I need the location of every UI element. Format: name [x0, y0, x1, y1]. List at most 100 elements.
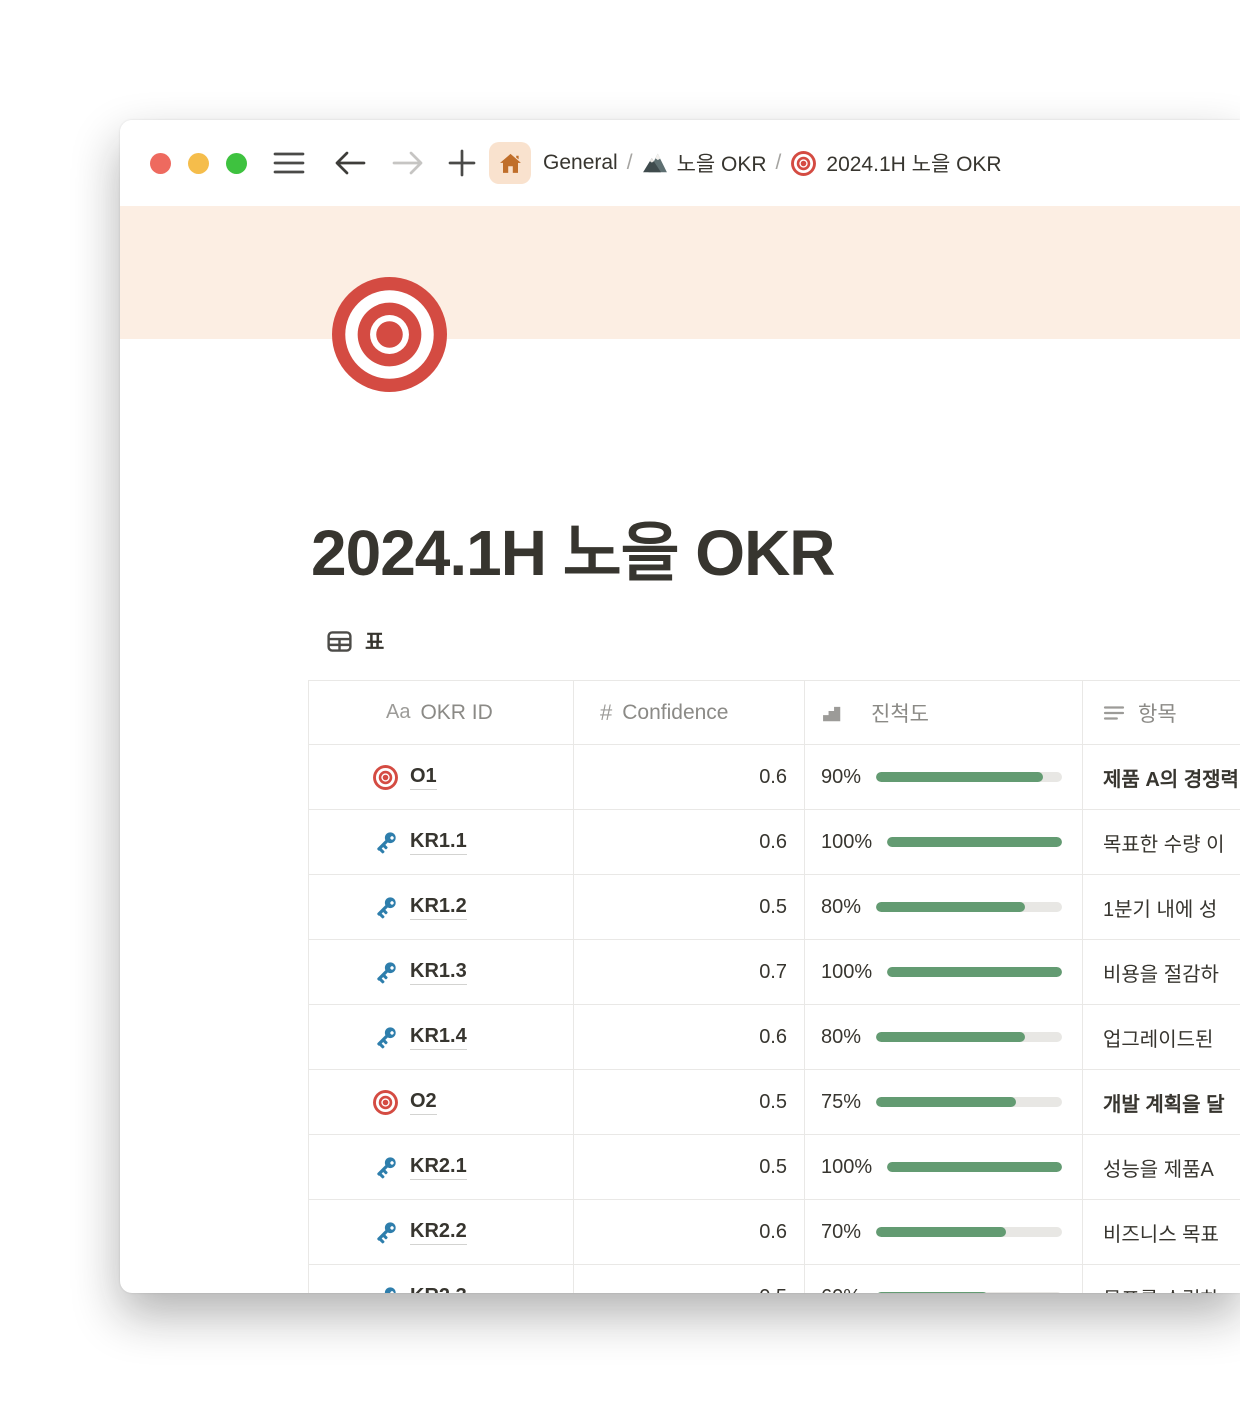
item-cell[interactable]: 제품 A의 경쟁력: [1082, 745, 1240, 809]
confidence-cell[interactable]: 0.6: [573, 745, 804, 809]
new-tab-plus-icon[interactable]: [448, 149, 476, 177]
item-cell[interactable]: 성능을 제품A: [1082, 1135, 1240, 1199]
confidence-cell[interactable]: 0.5: [573, 1070, 804, 1134]
table-row: KR1.2 0.5 80% 1분기 내에 성: [308, 875, 1240, 940]
page-cover-banner[interactable]: [120, 206, 1240, 339]
table-row: KR1.3 0.7 100% 비용을 절감하: [308, 940, 1240, 1005]
breadcrumb-workspace-label: 노을 OKR: [677, 148, 767, 178]
progress-cell: 90%: [804, 745, 1082, 809]
breadcrumb: General / 노을 OKR / 2024.1H 노을 OKR: [543, 148, 1002, 178]
progress-fill: [876, 1292, 988, 1293]
titlebar: General / 노을 OKR / 2024.1H 노을 OKR: [120, 120, 1240, 206]
table-row: KR2.1 0.5 100% 성능을 제품A: [308, 1135, 1240, 1200]
progress-bar: [876, 1097, 1062, 1107]
row-title-link[interactable]: KR2.1: [410, 1155, 467, 1180]
page-title: 2024.1H 노을 OKR: [311, 502, 835, 594]
forward-arrow-icon[interactable]: [391, 150, 425, 176]
back-arrow-icon[interactable]: [333, 150, 367, 176]
breadcrumb-page-label: 2024.1H 노을 OKR: [826, 148, 1001, 178]
column-header-progress[interactable]: 진척도: [804, 681, 1082, 744]
row-title-link[interactable]: O1: [410, 765, 437, 790]
progress-cell: 100%: [804, 1135, 1082, 1199]
confidence-cell[interactable]: 0.7: [573, 940, 804, 1004]
breadcrumb-current-page[interactable]: 2024.1H 노을 OKR: [790, 148, 1001, 178]
table-view-icon: [325, 627, 354, 656]
progress-bar: [876, 902, 1062, 912]
view-tab-table[interactable]: 표: [325, 626, 384, 656]
table-row: KR2.3 0.5 60% 목표를 수립하: [308, 1265, 1240, 1293]
title-property-icon: Aa: [386, 701, 410, 724]
item-cell[interactable]: 목표를 수립하: [1082, 1265, 1240, 1293]
row-title-link[interactable]: KR2.3: [410, 1285, 467, 1294]
item-cell[interactable]: 비용을 절감하: [1082, 940, 1240, 1004]
key-icon: [372, 1024, 399, 1051]
row-title-link[interactable]: KR1.1: [410, 830, 467, 855]
progress-fill: [876, 1097, 1015, 1107]
progress-cell: 100%: [804, 810, 1082, 874]
target-icon: [790, 150, 817, 177]
item-cell[interactable]: 목표한 수량 이: [1082, 810, 1240, 874]
table-row: KR2.2 0.6 70% 비즈니스 목표: [308, 1200, 1240, 1265]
progress-fill: [876, 772, 1043, 782]
confidence-cell[interactable]: 0.6: [573, 1005, 804, 1069]
progress-fill: [876, 902, 1025, 912]
progress-bar: [876, 1227, 1062, 1237]
progress-cell: 100%: [804, 940, 1082, 1004]
progress-cell: 80%: [804, 875, 1082, 939]
okr-table: Aa OKR ID # Confidence 진척도 항목 O1 0.6: [308, 680, 1240, 1293]
row-title-link[interactable]: KR2.2: [410, 1220, 467, 1245]
confidence-cell[interactable]: 0.5: [573, 1265, 804, 1293]
confidence-cell[interactable]: 0.6: [573, 1200, 804, 1264]
progress-fill: [887, 1162, 1062, 1172]
zoom-button[interactable]: [226, 153, 247, 174]
row-title-link[interactable]: O2: [410, 1090, 437, 1115]
row-title-link[interactable]: KR1.4: [410, 1025, 467, 1050]
progress-bar: [876, 772, 1062, 782]
home-icon: [498, 151, 523, 176]
key-icon: [372, 1219, 399, 1246]
row-title-link[interactable]: KR1.3: [410, 960, 467, 985]
minimize-button[interactable]: [188, 153, 209, 174]
key-icon: [372, 1154, 399, 1181]
item-cell[interactable]: 업그레이드된: [1082, 1005, 1240, 1069]
breadcrumb-separator: /: [776, 151, 782, 175]
home-button[interactable]: [489, 142, 531, 184]
progress-cell: 70%: [804, 1200, 1082, 1264]
confidence-cell[interactable]: 0.5: [573, 875, 804, 939]
item-cell[interactable]: 개발 계획을 달: [1082, 1070, 1240, 1134]
text-lines-icon: [1103, 702, 1125, 724]
progress-bar: [876, 1292, 1062, 1293]
bar-steps-icon: [821, 702, 843, 724]
number-property-icon: #: [600, 700, 612, 726]
confidence-cell[interactable]: 0.5: [573, 1135, 804, 1199]
item-cell[interactable]: 1분기 내에 성: [1082, 875, 1240, 939]
progress-cell: 75%: [804, 1070, 1082, 1134]
breadcrumb-workspace[interactable]: 노을 OKR: [642, 148, 767, 178]
progress-cell: 60%: [804, 1265, 1082, 1293]
traffic-lights: [150, 153, 247, 174]
progress-fill: [876, 1032, 1025, 1042]
item-cell[interactable]: 비즈니스 목표: [1082, 1200, 1240, 1264]
progress-bar: [876, 1032, 1062, 1042]
table-row: KR1.4 0.6 80% 업그레이드된: [308, 1005, 1240, 1070]
breadcrumb-separator: /: [627, 151, 633, 175]
table-row: O2 0.5 75% 개발 계획을 달: [308, 1070, 1240, 1135]
progress-fill: [876, 1227, 1006, 1237]
key-icon: [372, 1284, 399, 1294]
sidebar-menu-icon[interactable]: [273, 149, 305, 177]
row-title-link[interactable]: KR1.2: [410, 895, 467, 920]
progress-fill: [887, 967, 1062, 977]
key-icon: [372, 829, 399, 856]
column-header-okr-id[interactable]: Aa OKR ID: [308, 681, 573, 744]
table-header-row: Aa OKR ID # Confidence 진척도 항목: [308, 680, 1240, 745]
breadcrumb-home-label: General: [543, 151, 618, 175]
table-row: KR1.1 0.6 100% 목표한 수량 이: [308, 810, 1240, 875]
page-target-icon[interactable]: [332, 277, 447, 392]
column-header-item[interactable]: 항목: [1082, 681, 1240, 744]
close-button[interactable]: [150, 153, 171, 174]
progress-bar: [887, 967, 1062, 977]
column-header-confidence[interactable]: # Confidence: [573, 681, 804, 744]
key-icon: [372, 894, 399, 921]
breadcrumb-home[interactable]: General: [543, 151, 618, 175]
confidence-cell[interactable]: 0.6: [573, 810, 804, 874]
